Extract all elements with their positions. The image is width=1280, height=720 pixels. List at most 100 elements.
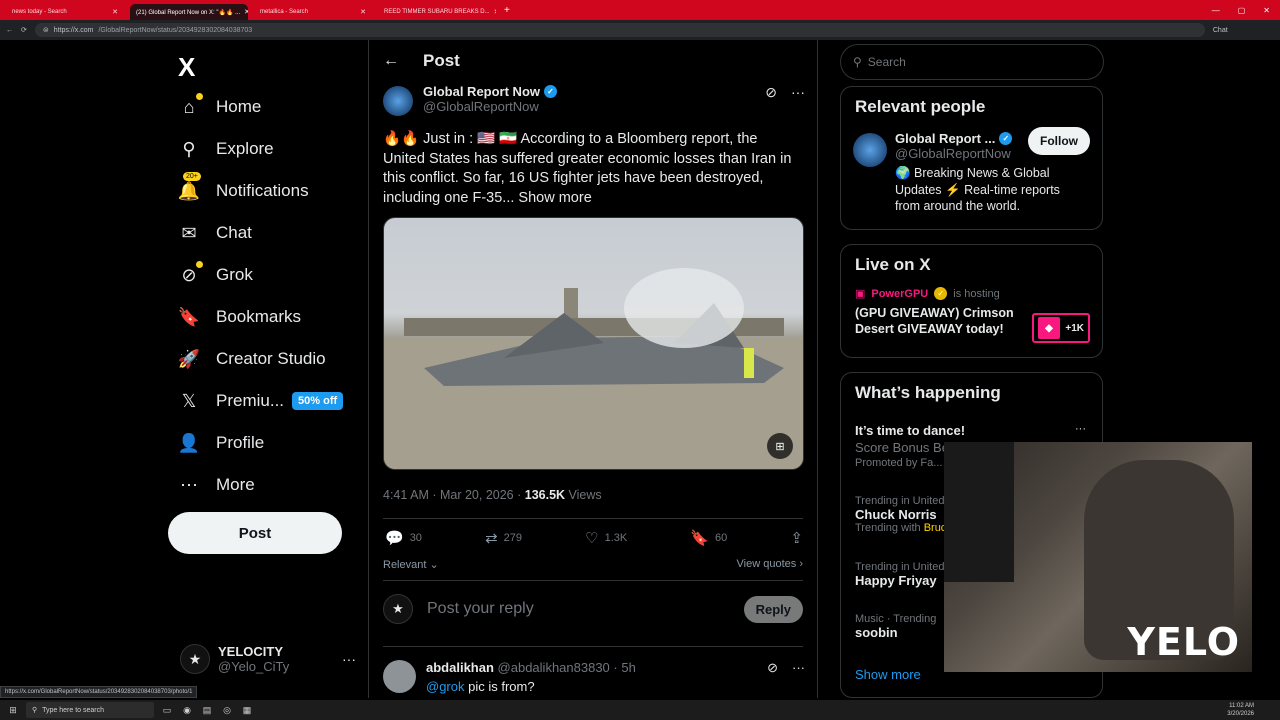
grok-icon[interactable]: ⊘ <box>767 660 778 694</box>
address-bar[interactable]: ⊜ https://x.com/GlobalReportNow/status/20… <box>34 23 1205 37</box>
sort-dropdown[interactable]: Relevant ⌄ <box>383 558 439 571</box>
repost-icon: ⇄ <box>485 530 498 547</box>
reply-action[interactable]: 💬 30 <box>385 529 422 547</box>
maximize-icon[interactable]: ▢ <box>1238 6 1246 15</box>
follow-button[interactable]: Follow <box>1028 127 1090 155</box>
like-action[interactable]: ♡ 1.3K <box>585 529 627 547</box>
card-title: What’s happening <box>855 383 1001 402</box>
close-icon[interactable]: ✕ <box>494 8 496 16</box>
commenter-name[interactable]: abdalikhan <box>426 660 494 675</box>
windows-start-icon[interactable]: ⊞ <box>6 703 20 717</box>
sidebar-item-home[interactable]: ⌂ Home <box>178 93 261 118</box>
site-info-icon[interactable]: ⊜ <box>43 26 49 34</box>
post-actions: 💬 30 ⇄ 279 ♡ 1.3K 🔖 60 ⇪ <box>385 529 803 547</box>
sidebar-item-bookmarks[interactable]: 🔖 Bookmarks <box>178 306 301 328</box>
mention-link[interactable]: @grok <box>426 679 465 694</box>
search-input[interactable]: ⚲ Search <box>840 44 1104 80</box>
more-icon[interactable]: ··· <box>791 84 805 116</box>
live-title[interactable]: (GPU GIVEAWAY) Crimson Desert GIVEAWAY t… <box>841 300 1041 337</box>
show-more-link[interactable]: Show more <box>855 667 921 682</box>
notification-badge: 20+ <box>183 172 201 181</box>
person-bio: 🌍 Breaking News & Global Updates ⚡ Real-… <box>895 166 1060 213</box>
taskbar-clock[interactable]: 11:02 AM 3/20/2026 <box>1227 702 1280 718</box>
close-window-icon[interactable]: ✕ <box>1263 6 1270 15</box>
post-button[interactable]: Post <box>168 512 342 554</box>
trend-item[interactable]: Trending in United... Happy Friyay <box>855 561 954 588</box>
sidebar-item-label: More <box>216 475 255 494</box>
live-host[interactable]: ▣ PowerGPU ✓ is hosting <box>841 275 1102 300</box>
sidebar-item-profile[interactable]: 👤 Profile <box>178 432 264 454</box>
search-icon: ⚲ <box>853 55 862 69</box>
browser-tab-active[interactable]: (21) Global Report Now on X: "🔥🔥 ... ✕ <box>130 4 248 20</box>
live-icon: ▣ <box>855 288 866 300</box>
person-name[interactable]: Global Report ... <box>895 131 995 146</box>
more-icon[interactable]: ··· <box>1075 423 1086 435</box>
sidebar-item-creator-studio[interactable]: 🚀 Creator Studio <box>178 348 326 370</box>
mail-icon: ✉ <box>181 222 197 243</box>
new-tab-icon[interactable]: + <box>504 5 510 16</box>
person-row[interactable]: Global Report ... ✓ @GlobalReportNow 🌍 Br… <box>841 117 1102 215</box>
reply-item[interactable]: abdalikhan @abdalikhan83830 · 5h @grok p… <box>383 660 805 694</box>
trend-item[interactable]: Music · Trending soobin <box>855 613 936 640</box>
person-avatar[interactable] <box>853 133 887 167</box>
browser-toolbar: ← ⟳ ⊜ https://x.com/GlobalReportNow/statu… <box>0 20 1280 40</box>
account-name: YELOCITY <box>218 644 284 659</box>
reload-icon[interactable]: ⟳ <box>21 26 27 34</box>
repost-action[interactable]: ⇄ 279 <box>485 529 522 547</box>
show-more-link[interactable]: Show more <box>518 190 591 206</box>
back-arrow-icon[interactable]: ← <box>383 52 399 70</box>
grok-icon[interactable]: ⊘ <box>765 84 777 116</box>
share-action[interactable]: ⇪ <box>790 529 803 547</box>
task-view-icon[interactable]: ▭ <box>160 703 174 717</box>
excel-icon[interactable]: ▦ <box>240 703 254 717</box>
trend-item[interactable]: Trending in United... Chuck Norris Trend… <box>855 495 955 534</box>
taskbar-search-input[interactable]: ⚲ Type here to search <box>26 702 154 718</box>
divider <box>383 518 803 519</box>
account-switcher[interactable]: ★ YELOCITY @Yelo_CiTy ··· <box>180 644 356 674</box>
author-handle[interactable]: @GlobalReportNow <box>423 99 557 114</box>
post-text: 🔥🔥 Just in : 🇺🇸 🇮🇷 According to a Bloomb… <box>383 131 792 206</box>
relevant-people-card: Relevant people Global Report ... ✓ @Glob… <box>840 86 1103 230</box>
chat-label[interactable]: Chat <box>1213 27 1228 34</box>
sidebar-item-notifications[interactable]: 🔔 20+ Notifications <box>178 172 309 202</box>
post-meta: 4:41 AM · Mar 20, 2026 · 136.5K Views <box>383 488 602 502</box>
more-icon[interactable]: ··· <box>342 651 356 667</box>
sidebar-item-premium[interactable]: 𝕏 Premiu... 50% off <box>178 390 344 412</box>
close-icon[interactable]: ✕ <box>360 8 366 16</box>
post-header: ← Post <box>369 40 817 82</box>
close-icon[interactable]: ✕ <box>244 8 248 16</box>
reply-input[interactable]: Post your reply <box>427 600 534 618</box>
sidebar-item-label: Chat <box>216 223 252 242</box>
post-image[interactable]: ⊞ <box>383 217 804 470</box>
sidebar-item-label: Grok <box>216 265 253 284</box>
back-icon[interactable]: ← <box>6 27 13 34</box>
sidebar-item-label: Creator Studio <box>216 349 326 368</box>
x-logo[interactable]: X <box>178 52 195 83</box>
more-icon[interactable]: ··· <box>792 660 805 694</box>
verified-icon: ✓ <box>934 287 948 300</box>
reply-button[interactable]: Reply <box>743 595 803 623</box>
bookmark-action[interactable]: 🔖 60 <box>690 529 727 547</box>
view-quotes-link[interactable]: View quotes › <box>737 558 803 571</box>
author-avatar[interactable] <box>383 86 413 116</box>
minimize-icon[interactable]: — <box>1212 6 1220 15</box>
x-premium-icon: 𝕏 <box>181 390 197 411</box>
file-explorer-icon[interactable]: ▤ <box>200 703 214 717</box>
sidebar-item-explore[interactable]: ⚲ Explore <box>178 138 273 160</box>
reply-icon: 💬 <box>385 530 404 547</box>
sidebar-item-more[interactable]: ⋯ More <box>178 474 255 496</box>
browser-tab[interactable]: REED TIMMER SUBARU BREAKS D... ✕ <box>378 4 496 20</box>
divider <box>383 580 803 581</box>
close-icon[interactable]: ✕ <box>112 8 118 16</box>
sidebar-item-chat[interactable]: ✉ Chat <box>178 222 252 244</box>
chrome-icon[interactable]: ◎ <box>220 703 234 717</box>
browser-tab[interactable]: news today - Search ✕ <box>6 4 124 20</box>
live-listeners-badge[interactable]: ◆ +1K <box>1032 313 1090 343</box>
edge-icon[interactable]: ◉ <box>180 703 194 717</box>
image-tools-icon[interactable]: ⊞ <box>767 433 793 459</box>
browser-tab[interactable]: metallica - Search ✕ <box>254 4 372 20</box>
author-name[interactable]: Global Report Now <box>423 84 540 99</box>
sidebar-item-grok[interactable]: ⊘ Grok <box>178 261 253 286</box>
commenter-avatar[interactable] <box>383 660 416 693</box>
live-card: Live on X ▣ PowerGPU ✓ is hosting (GPU GIVE… <box>840 244 1103 358</box>
